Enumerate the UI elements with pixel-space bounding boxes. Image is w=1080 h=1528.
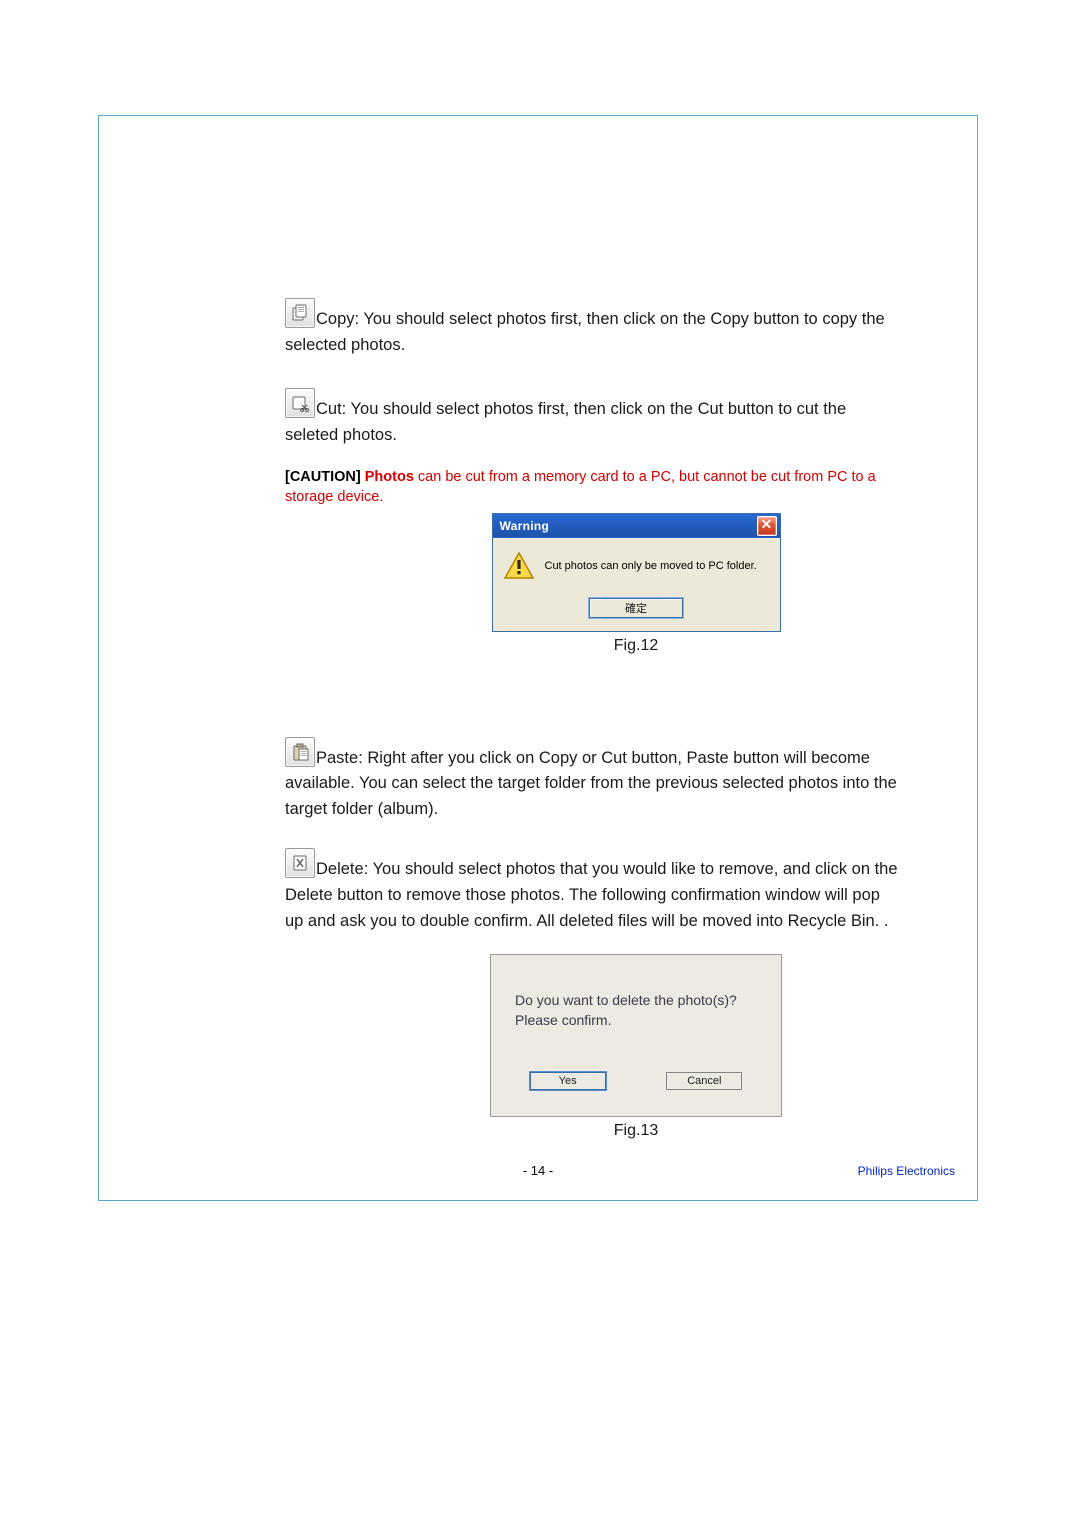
- paste-label: Paste:: [316, 749, 363, 767]
- delete-text-1: You should select photos that you would …: [368, 860, 897, 878]
- caution-rest-2: storage device.: [285, 489, 383, 505]
- paste-icon: [285, 737, 315, 767]
- warning-dialog: Warning ✕ Cut photos can only be moved t…: [492, 513, 781, 632]
- caution-tag: [CAUTION]: [285, 469, 361, 485]
- copy-block: Copy: You should select photos first, th…: [285, 298, 987, 358]
- delete-text-2: Delete button to remove those photos. Th…: [285, 886, 880, 904]
- warning-buttons: 確定: [493, 592, 780, 631]
- fig13-wrapper: Do you want to delete the photo(s)? Plea…: [285, 954, 987, 1144]
- confirm-message: Do you want to delete the photo(s)? Plea…: [491, 955, 781, 1060]
- warning-message: Cut photos can only be moved to PC folde…: [545, 560, 757, 572]
- ok-button[interactable]: 確定: [589, 598, 683, 618]
- confirm-line-2: Please confirm.: [515, 1012, 611, 1028]
- warning-body: Cut photos can only be moved to PC folde…: [493, 538, 780, 592]
- cut-text-2: seleted photos.: [285, 426, 397, 444]
- delete-block: Delete: You should select photos that yo…: [285, 848, 987, 934]
- delete-text-3: up and ask you to double confirm. All de…: [285, 912, 889, 930]
- confirm-line-1: Do you want to delete the photo(s)?: [515, 992, 737, 1008]
- copy-icon: [285, 298, 315, 328]
- delete-label: Delete:: [316, 860, 368, 878]
- cut-text-1: You should select photos first, then cli…: [346, 400, 846, 418]
- copy-text-1: You should select photos first, then cli…: [359, 310, 885, 328]
- footer-brand: Philips Electronics: [858, 1164, 955, 1178]
- warning-titlebar: Warning ✕: [493, 514, 780, 538]
- yes-button[interactable]: Yes: [530, 1072, 606, 1090]
- confirm-buttons: Yes Cancel: [491, 1060, 781, 1116]
- cut-icon: [285, 388, 315, 418]
- cancel-button[interactable]: Cancel: [666, 1072, 742, 1090]
- caution-lead: Photos: [361, 469, 414, 485]
- page-frame: Copy: You should select photos first, th…: [98, 115, 978, 1201]
- copy-label: Copy:: [316, 310, 359, 328]
- paste-text-3: target folder (album).: [285, 800, 438, 818]
- page-number: - 14 -: [99, 1163, 977, 1178]
- close-icon[interactable]: ✕: [757, 516, 777, 536]
- body-column: Copy: You should select photos first, th…: [285, 298, 987, 1144]
- paste-block: Paste: Right after you click on Copy or …: [285, 737, 987, 823]
- delete-icon: [285, 848, 315, 878]
- fig13-caption: Fig.13: [285, 1119, 987, 1144]
- cut-block: Cut: You should select photos first, the…: [285, 388, 987, 448]
- fig12-wrapper: Warning ✕ Cut photos can only be moved t…: [285, 513, 987, 658]
- warning-icon: [503, 550, 535, 582]
- confirm-dialog: Do you want to delete the photo(s)? Plea…: [490, 954, 782, 1117]
- paste-text-1: Right after you click on Copy or Cut but…: [363, 749, 870, 767]
- page: Copy: You should select photos first, th…: [0, 0, 1080, 1528]
- caution-rest-1: can be cut from a memory card to a PC, b…: [414, 469, 876, 485]
- fig12-caption: Fig.12: [285, 634, 987, 659]
- caution-note: [CAUTION] Photos can be cut from a memor…: [285, 468, 987, 507]
- copy-text-2: selected photos.: [285, 336, 405, 354]
- cut-label: Cut:: [316, 400, 346, 418]
- paste-text-2: available. You can select the target fol…: [285, 774, 897, 792]
- warning-title: Warning: [500, 519, 550, 533]
